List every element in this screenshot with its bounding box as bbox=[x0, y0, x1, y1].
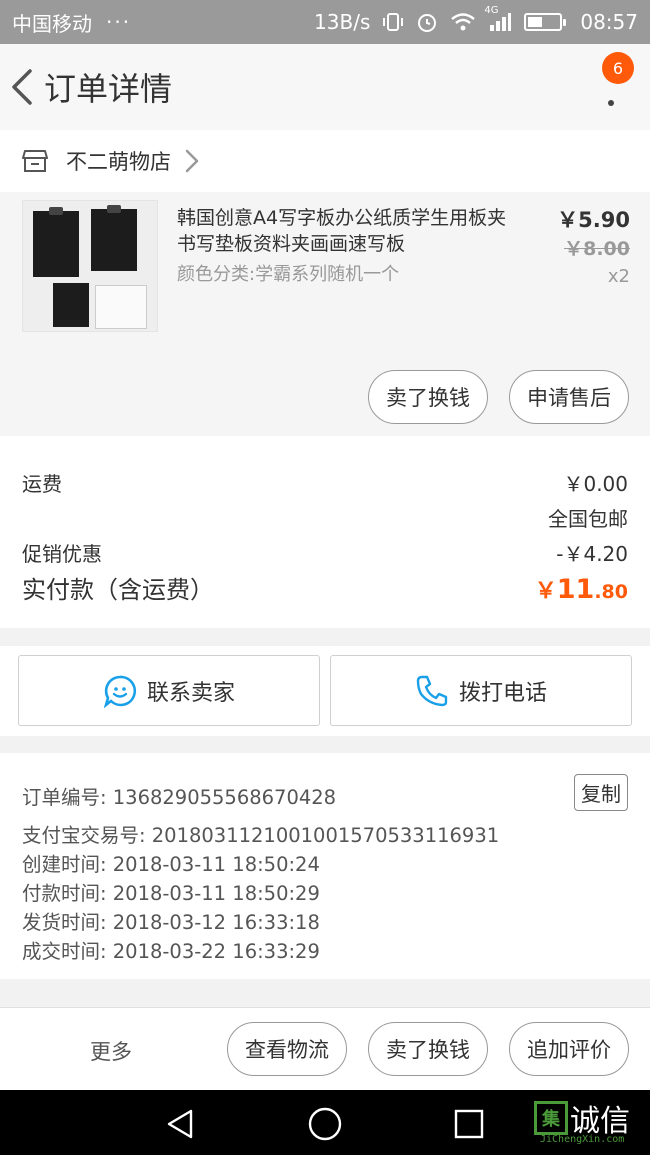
chevron-left-icon bbox=[12, 69, 32, 105]
shipping-row: 运费 ￥0.00 bbox=[22, 468, 628, 497]
chat-icon bbox=[103, 675, 137, 708]
shipping-label: 运费 bbox=[22, 472, 62, 496]
store-icon bbox=[22, 150, 48, 172]
wifi-icon bbox=[450, 11, 476, 33]
watermark-mark: 集 bbox=[534, 1101, 568, 1135]
promo-label: 促销优惠 bbox=[22, 542, 102, 566]
order-info: 订单编号: 136829055568670428 复制 支付宝交易号: 2018… bbox=[0, 753, 650, 979]
more-button[interactable]: 更多 bbox=[90, 1036, 132, 1066]
created-time: 创建时间: 2018-03-11 18:50:24 bbox=[22, 853, 320, 876]
shipped-time: 发货时间: 2018-03-12 16:33:18 bbox=[22, 911, 320, 934]
sell-again-button[interactable]: 卖了换钱 bbox=[368, 1022, 488, 1076]
total-currency: ￥ bbox=[534, 579, 557, 604]
contact-section: 联系卖家 拨打电话 bbox=[0, 646, 650, 736]
network-speed: 13B/s bbox=[314, 10, 371, 34]
sell-button[interactable]: 卖了换钱 bbox=[368, 370, 488, 424]
bottom-action-bar: 更多 查看物流 卖了换钱 追加评价 bbox=[0, 1007, 650, 1090]
nav-recents-button[interactable] bbox=[447, 1102, 491, 1146]
add-review-button[interactable]: 追加评价 bbox=[509, 1022, 629, 1076]
carrier-name: 中国移动 bbox=[12, 11, 92, 36]
promo-value: -￥4.20 bbox=[556, 542, 628, 566]
chevron-right-icon bbox=[185, 149, 199, 173]
back-button[interactable] bbox=[2, 44, 42, 130]
call-phone-label: 拨打电话 bbox=[458, 680, 547, 706]
alipay-number: 支付宝交易号: 2018031121001001570533116931 bbox=[22, 824, 500, 847]
notification-dots: ··· bbox=[106, 10, 132, 34]
square-recents-icon bbox=[454, 1109, 484, 1139]
shipping-note: 全国包邮 bbox=[548, 507, 628, 531]
shop-row[interactable]: 不二萌物店 bbox=[0, 130, 650, 192]
nav-home-button[interactable] bbox=[303, 1102, 347, 1146]
total-value: ￥11.80 bbox=[535, 573, 628, 605]
circle-home-icon bbox=[308, 1107, 342, 1141]
paid-time: 付款时间: 2018-03-11 18:50:29 bbox=[22, 882, 320, 905]
shipping-value: ￥0.00 bbox=[563, 472, 628, 496]
product-name: 韩国创意A4写字板办公纸质学生用板夹书写垫板资料夹画画速写板 bbox=[177, 207, 507, 255]
total-label: 实付款（含运费） bbox=[22, 576, 214, 604]
watermark-url: JiChengXin.com bbox=[540, 1134, 625, 1145]
notification-badge: 6 bbox=[602, 52, 634, 84]
alarm-icon bbox=[416, 11, 438, 33]
phone-icon bbox=[416, 675, 448, 706]
contact-seller-label: 联系卖家 bbox=[146, 680, 235, 706]
fee-summary: 运费 ￥0.00 全国包邮 促销优惠 -￥4.20 实付款（含运费） ￥11.8… bbox=[0, 436, 650, 628]
product-spec: 颜色分类:学霸系列随机一个 bbox=[177, 264, 400, 285]
network-type: 4G bbox=[484, 5, 499, 16]
shop-name: 不二萌物店 bbox=[66, 150, 171, 174]
product-original-price: ￥8.00 bbox=[564, 238, 630, 260]
battery-icon bbox=[524, 13, 567, 31]
status-bar: 中国移动 ··· 13B/s 4G 08:57 bbox=[0, 0, 650, 44]
clock: 08:57 bbox=[580, 10, 638, 34]
total-decimal: .80 bbox=[594, 581, 628, 603]
signal-icon: 4G bbox=[484, 5, 512, 33]
contact-seller-button[interactable]: 联系卖家 bbox=[18, 655, 320, 726]
system-nav-bar: 集 诚信 JiChengXin.com bbox=[0, 1090, 650, 1155]
product-quantity: x2 bbox=[607, 266, 630, 287]
product-price: ￥5.90 bbox=[557, 208, 630, 232]
call-phone-button[interactable]: 拨打电话 bbox=[330, 655, 632, 726]
product-thumbnail bbox=[22, 200, 158, 332]
order-number: 订单编号: 136829055568670428 bbox=[22, 786, 337, 809]
app-header: 订单详情 6 bbox=[0, 44, 650, 130]
completed-time: 成交时间: 2018-03-22 16:33:29 bbox=[22, 940, 320, 963]
after-sale-button[interactable]: 申请售后 bbox=[509, 370, 629, 424]
page-title: 订单详情 bbox=[44, 70, 173, 108]
more-dot-icon bbox=[608, 100, 614, 106]
total-row: 实付款（含运费） ￥11.80 bbox=[22, 570, 628, 605]
view-logistics-button[interactable]: 查看物流 bbox=[227, 1022, 347, 1076]
nav-back-button[interactable] bbox=[158, 1102, 202, 1146]
promo-row: 促销优惠 -￥4.20 bbox=[22, 538, 628, 567]
shipping-note-row: 全国包邮 bbox=[22, 503, 628, 532]
triangle-back-icon bbox=[167, 1109, 193, 1139]
copy-button[interactable]: 复制 bbox=[574, 774, 628, 811]
vibrate-icon bbox=[382, 11, 404, 33]
product-item[interactable]: 韩国创意A4写字板办公纸质学生用板夹书写垫板资料夹画画速写板 颜色分类:学霸系列… bbox=[0, 192, 650, 436]
total-integer: 11 bbox=[556, 574, 595, 605]
